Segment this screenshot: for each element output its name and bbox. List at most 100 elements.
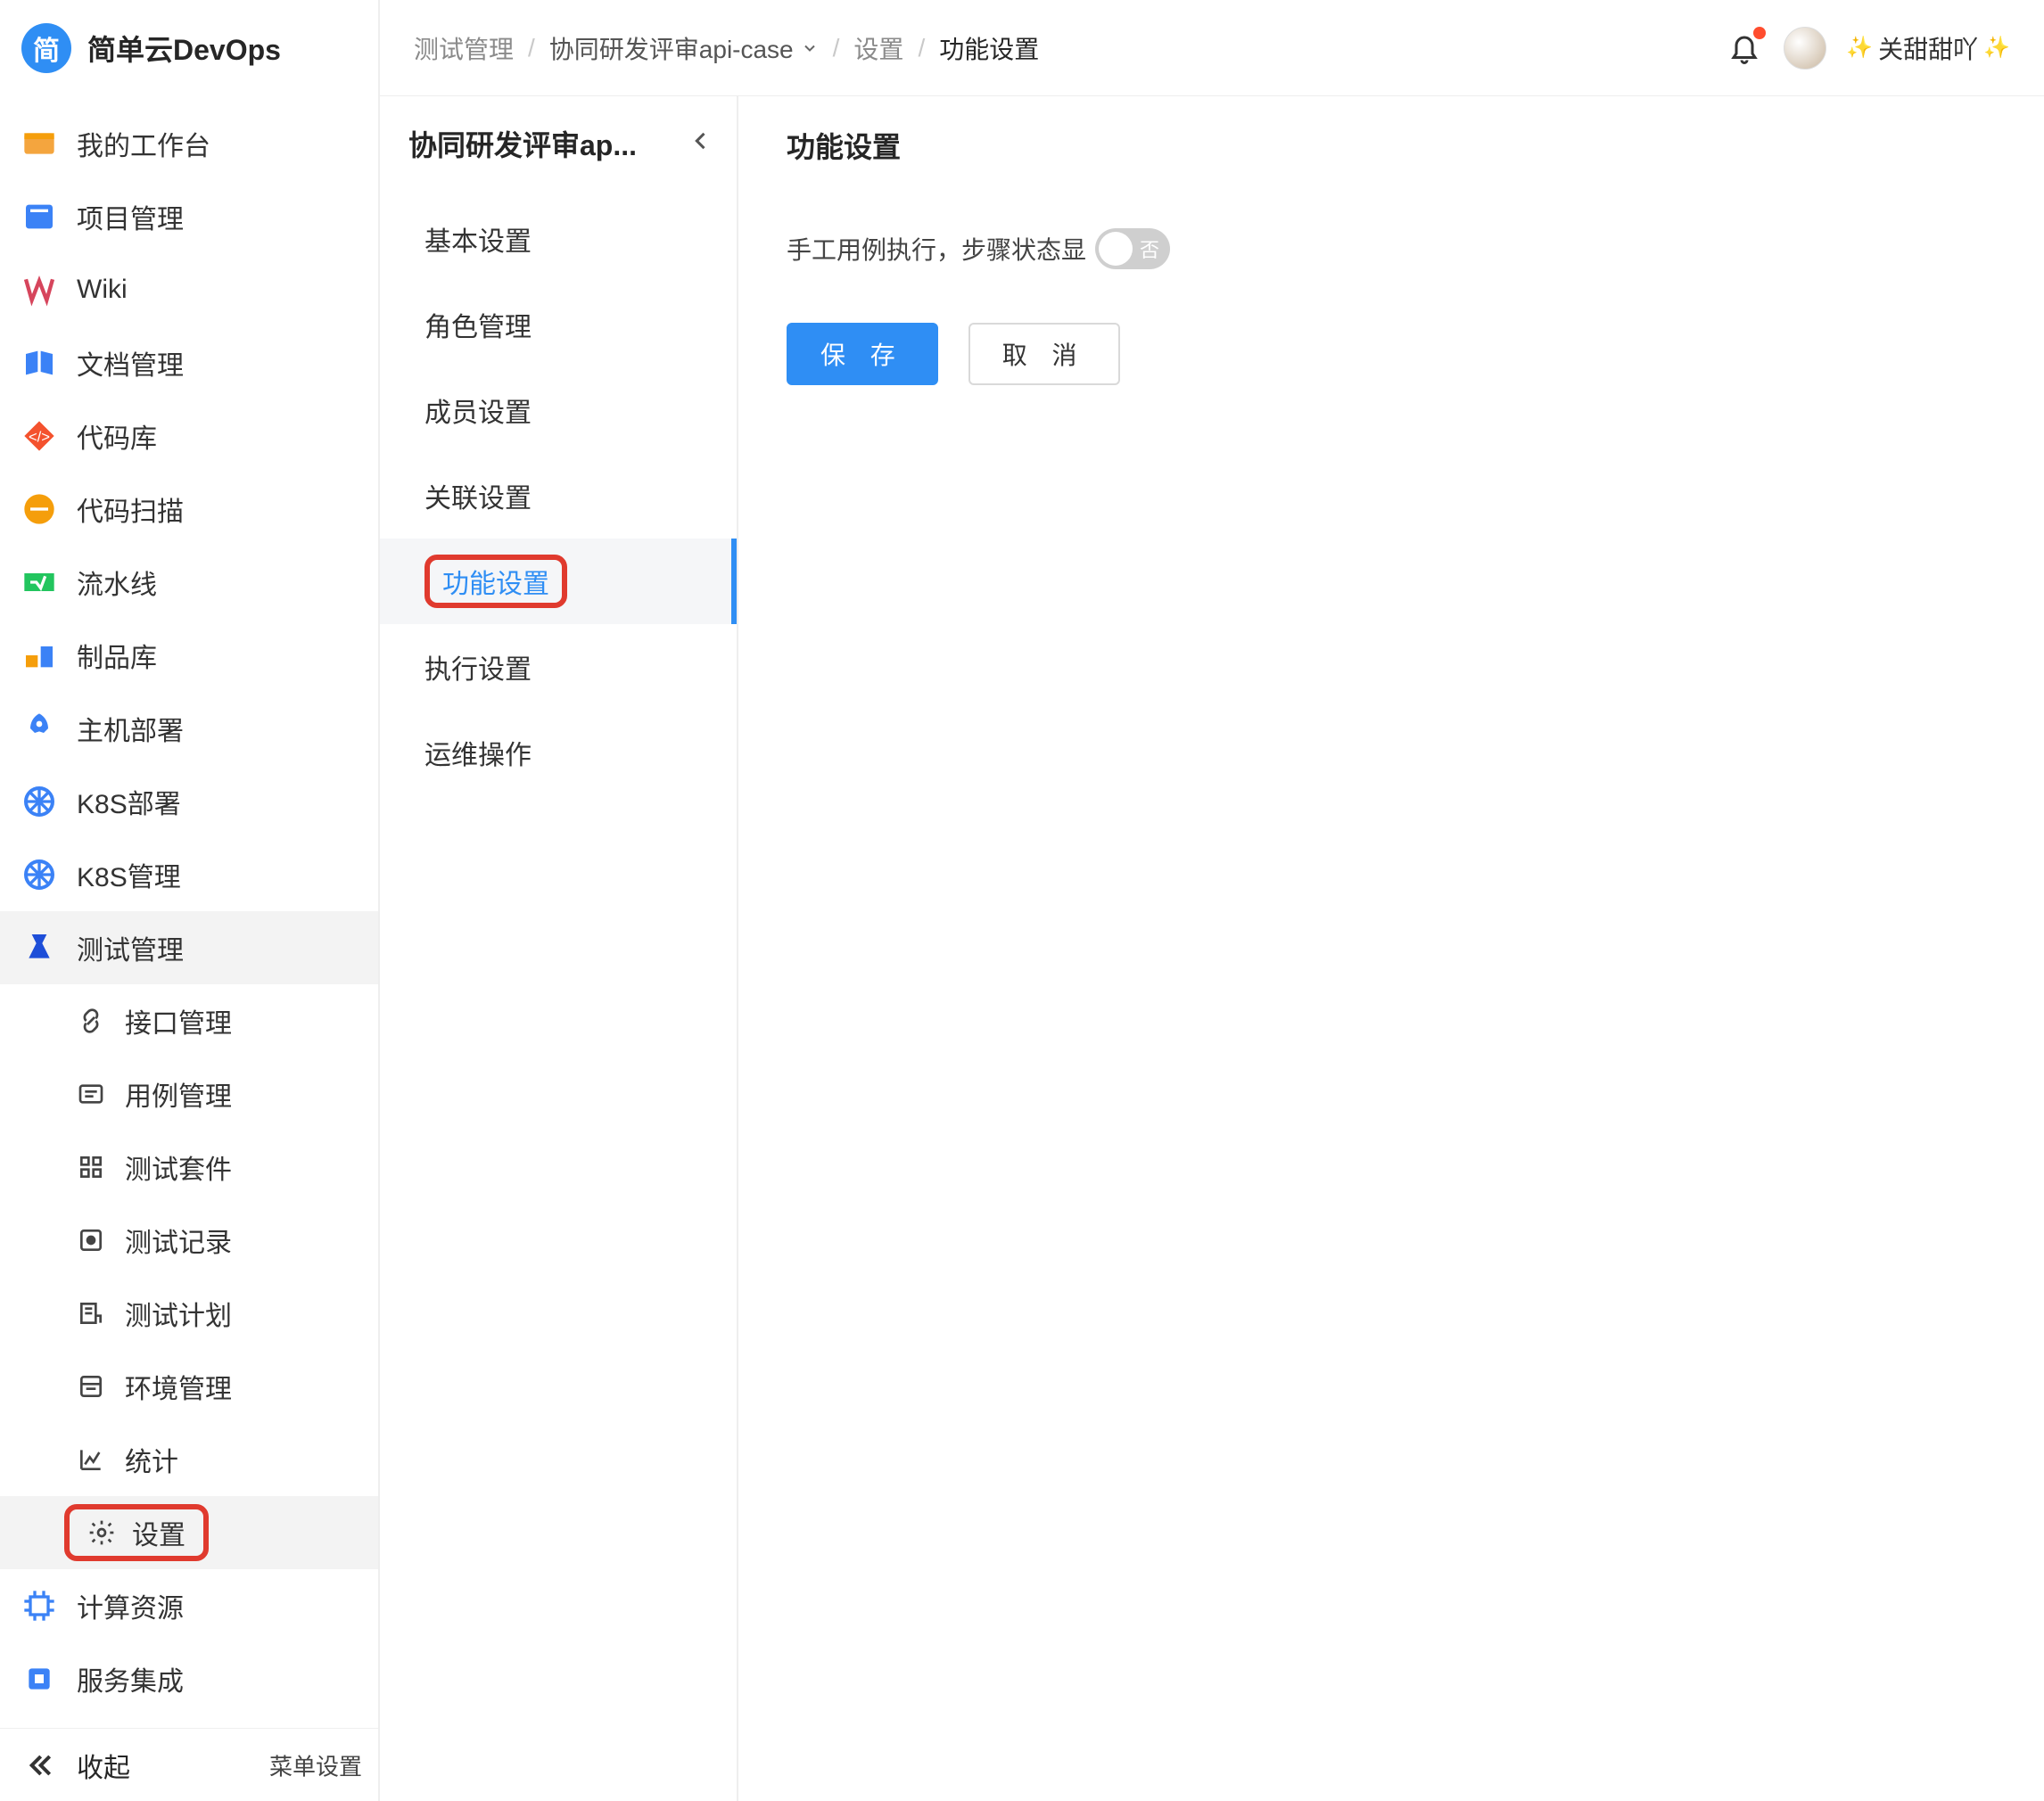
sidebar-item-scan[interactable]: 代码扫描 xyxy=(0,473,378,546)
sidebar-item-compute[interactable]: 计算资源 xyxy=(0,1569,378,1642)
settings-item-relations[interactable]: 关联设置 xyxy=(380,453,737,539)
sidebar-item-pipeline[interactable]: 流水线 xyxy=(0,546,378,619)
link-icon xyxy=(77,1007,105,1035)
sparkle-right-icon: ✨ xyxy=(1983,35,2010,61)
chevron-down-icon xyxy=(801,39,819,57)
sidebar-item-workbench[interactable]: 我的工作台 xyxy=(0,107,378,180)
sidebar-sub-plan[interactable]: 测试计划 xyxy=(0,1277,378,1350)
code-icon: </> xyxy=(21,418,57,454)
sidebar-item-label: 用例管理 xyxy=(125,1074,232,1114)
save-button[interactable]: 保 存 xyxy=(787,323,938,385)
env-icon xyxy=(77,1372,105,1401)
sidebar-item-host[interactable]: 主机部署 xyxy=(0,692,378,765)
breadcrumb-sep: / xyxy=(918,34,925,62)
sidebar-sub-settings[interactable]: 设置 xyxy=(0,1496,378,1569)
gear-icon xyxy=(87,1518,116,1547)
workbench-icon xyxy=(21,126,57,161)
collapse-icon xyxy=(21,1748,57,1783)
breadcrumb-item[interactable]: 测试管理 xyxy=(414,30,514,66)
settings-panel-header: 协同研发评审ap... xyxy=(380,96,737,191)
sidebar-sub-suite[interactable]: 测试套件 xyxy=(0,1131,378,1204)
notifications-button[interactable] xyxy=(1725,29,1764,68)
breadcrumb-item[interactable]: 设置 xyxy=(853,30,903,66)
sidebar-sub-record[interactable]: 测试记录 xyxy=(0,1204,378,1277)
sidebar-item-label: 测试计划 xyxy=(125,1294,232,1333)
sidebar-item-docs[interactable]: 文档管理 xyxy=(0,326,378,399)
sidebar-item-services[interactable]: 服务集成 xyxy=(0,1642,378,1715)
settings-item-exec[interactable]: 执行设置 xyxy=(380,624,737,710)
sidebar-item-label: 测试记录 xyxy=(125,1221,232,1260)
breadcrumb-label: 协同研发评审api-case xyxy=(549,30,794,66)
sidebar-item-label: 流水线 xyxy=(77,563,157,602)
sidebar-item-label: 我的工作台 xyxy=(77,124,210,163)
settings-item-label: 执行设置 xyxy=(424,647,532,687)
rocket-icon xyxy=(21,711,57,746)
step-status-toggle[interactable]: 否 xyxy=(1095,228,1170,269)
brand-title: 简单云DevOps xyxy=(87,28,281,69)
sidebar-item-usergroup[interactable]: 用户组 xyxy=(0,1715,378,1728)
settings-panel-back[interactable] xyxy=(688,127,713,160)
sidebar: 简 简单云DevOps 我的工作台 项目管理 Wiki 文档管理 xyxy=(0,0,380,1801)
sidebar-sub-case-mgmt[interactable]: 用例管理 xyxy=(0,1057,378,1131)
form-area: 功能设置 手工用例执行，步骤状态显 否 保 存 取 消 xyxy=(738,96,2044,1801)
sidebar-sub-stats[interactable]: 统计 xyxy=(0,1423,378,1496)
settings-panel: 协同研发评审ap... 基本设置 角色管理 成员设置 关联设置 功能设置 执行设… xyxy=(380,96,738,1801)
breadcrumb: 测试管理 / 协同研发评审api-case / 设置 / 功能设置 xyxy=(414,30,1039,66)
breadcrumb-sep: / xyxy=(528,34,535,62)
settings-item-roles[interactable]: 角色管理 xyxy=(380,282,737,367)
sidebar-item-label: 计算资源 xyxy=(77,1586,184,1625)
sidebar-item-label: 统计 xyxy=(125,1440,178,1479)
sidebar-item-project[interactable]: 项目管理 xyxy=(0,180,378,253)
settings-item-label: 成员设置 xyxy=(424,391,532,430)
sidebar-item-label: 环境管理 xyxy=(125,1367,232,1406)
sidebar-item-wiki[interactable]: Wiki xyxy=(0,253,378,326)
toggle-knob xyxy=(1099,232,1133,266)
username-label: 关甜甜吖 xyxy=(1878,30,1978,66)
wheel-icon xyxy=(21,857,57,892)
cpu-icon xyxy=(21,1588,57,1624)
settings-panel-list: 基本设置 角色管理 成员设置 关联设置 功能设置 执行设置 运维操作 xyxy=(380,191,737,1801)
sidebar-item-label: 测试套件 xyxy=(125,1147,232,1187)
settings-panel-title: 协同研发评审ap... xyxy=(408,123,637,164)
chevron-left-icon xyxy=(688,128,713,153)
sidebar-item-k8smanage[interactable]: K8S管理 xyxy=(0,838,378,911)
avatar[interactable] xyxy=(1784,27,1826,70)
toggle-state-text: 否 xyxy=(1140,234,1159,263)
breadcrumb-item-dropdown[interactable]: 协同研发评审api-case xyxy=(549,30,819,66)
suite-icon xyxy=(77,1153,105,1181)
settings-item-label: 关联设置 xyxy=(424,476,532,515)
sidebar-item-artifact[interactable]: 制品库 xyxy=(0,619,378,692)
sidebar-sub-env[interactable]: 环境管理 xyxy=(0,1350,378,1423)
sidebar-item-label: 文档管理 xyxy=(77,343,184,382)
menu-settings-link[interactable]: 菜单设置 xyxy=(269,1748,362,1781)
settings-item-ops[interactable]: 运维操作 xyxy=(380,710,737,795)
sidebar-collapse[interactable]: 收起 菜单设置 xyxy=(0,1728,378,1801)
brand[interactable]: 简 简单云DevOps xyxy=(0,0,378,96)
sparkle-left-icon: ✨ xyxy=(1846,35,1873,61)
scan-icon xyxy=(21,491,57,527)
sidebar-item-code[interactable]: </> 代码库 xyxy=(0,399,378,473)
sidebar-item-label: 主机部署 xyxy=(77,709,184,748)
sidebar-item-label: 设置 xyxy=(132,1513,185,1552)
artifact-icon xyxy=(21,637,57,673)
sidebar-item-label: K8S部署 xyxy=(77,782,181,821)
record-icon xyxy=(77,1226,105,1254)
docs-icon xyxy=(21,345,57,381)
breadcrumb-item-current: 功能设置 xyxy=(939,30,1039,66)
settings-item-members[interactable]: 成员设置 xyxy=(380,367,737,453)
cancel-button[interactable]: 取 消 xyxy=(968,323,1120,385)
username-menu[interactable]: ✨ 关甜甜吖 ✨ xyxy=(1846,30,2010,66)
form-row-switch: 手工用例执行，步骤状态显 否 xyxy=(787,228,1996,269)
sidebar-item-testmgmt[interactable]: 测试管理 xyxy=(0,911,378,984)
settings-item-features[interactable]: 功能设置 xyxy=(380,539,737,624)
sidebar-item-label: 接口管理 xyxy=(125,1001,232,1040)
sidebar-item-k8sdeploy[interactable]: K8S部署 xyxy=(0,765,378,838)
settings-item-label: 基本设置 xyxy=(424,219,532,259)
sidebar-item-label: Wiki xyxy=(77,275,128,305)
sidebar-item-label: 项目管理 xyxy=(77,197,184,236)
wiki-icon xyxy=(21,272,57,308)
settings-item-basic[interactable]: 基本设置 xyxy=(380,196,737,282)
case-icon xyxy=(77,1080,105,1108)
sidebar-sub-api-mgmt[interactable]: 接口管理 xyxy=(0,984,378,1057)
pipeline-icon xyxy=(21,564,57,600)
